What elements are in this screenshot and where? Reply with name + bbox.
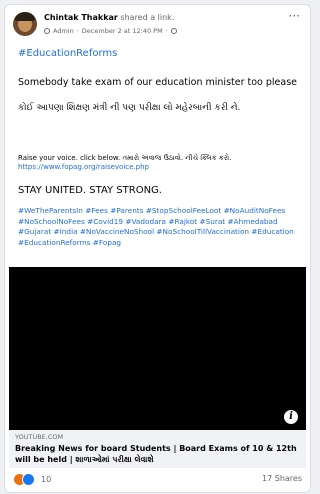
- post-footer: 10 17 Shares: [13, 472, 302, 488]
- like-reaction-icon: [22, 473, 35, 486]
- raise-voice-link[interactable]: https://www.fopag.org/raisevoice.php: [18, 163, 300, 172]
- author-line: Chintak Thakkar shared a link.: [44, 13, 174, 22]
- avatar-hat: [15, 12, 35, 21]
- link-preview[interactable]: YOUTUBE.COM Breaking News for board Stud…: [9, 430, 306, 468]
- role-label: Admin: [53, 27, 74, 35]
- post-header: Chintak Thakkar shared a link. Admin · D…: [13, 9, 302, 44]
- reactions[interactable]: 10: [13, 473, 51, 486]
- meta-separator: ·: [76, 27, 79, 35]
- link-domain: YOUTUBE.COM: [15, 433, 64, 441]
- post-meta: Admin · December 2 at 12:40 PM ·: [44, 27, 177, 35]
- post-card: Chintak Thakkar shared a link. Admin · D…: [4, 4, 311, 493]
- hashtag-education-reforms[interactable]: #EducationReforms: [18, 48, 300, 59]
- post-text-gujarati: કોઈ આપણા શિક્ષણ મંત્રી ની પણ પરીક્ષા લો …: [18, 103, 241, 113]
- more-options-icon[interactable]: ···: [289, 9, 300, 23]
- post-text-english: Somebody take exam of our education mini…: [18, 77, 298, 88]
- raise-voice-block: Raise your voice. click below. તમારો અવા…: [18, 154, 300, 172]
- shield-icon: [44, 28, 50, 34]
- hashtag-list[interactable]: #WeTheParentsIn #Fees #Parents #StopScho…: [18, 206, 300, 248]
- post-date[interactable]: December 2 at 12:40 PM: [82, 27, 163, 35]
- share-count[interactable]: 17 Shares: [262, 474, 302, 483]
- author-name[interactable]: Chintak Thakkar: [44, 13, 118, 22]
- reaction-count: 10: [41, 475, 52, 484]
- raise-voice-text: Raise your voice. click below. તમારો અવા…: [18, 154, 232, 162]
- globe-icon: [170, 28, 177, 34]
- meta-dot: ·: [165, 27, 168, 35]
- avatar[interactable]: [13, 12, 37, 36]
- link-title[interactable]: Breaking News for board Students | Board…: [15, 443, 300, 465]
- stay-united-text: STAY UNITED. STAY STRONG.: [18, 185, 162, 196]
- video-player[interactable]: i: [9, 267, 306, 430]
- info-icon[interactable]: i: [284, 410, 298, 424]
- shared-action: shared a link.: [120, 13, 175, 22]
